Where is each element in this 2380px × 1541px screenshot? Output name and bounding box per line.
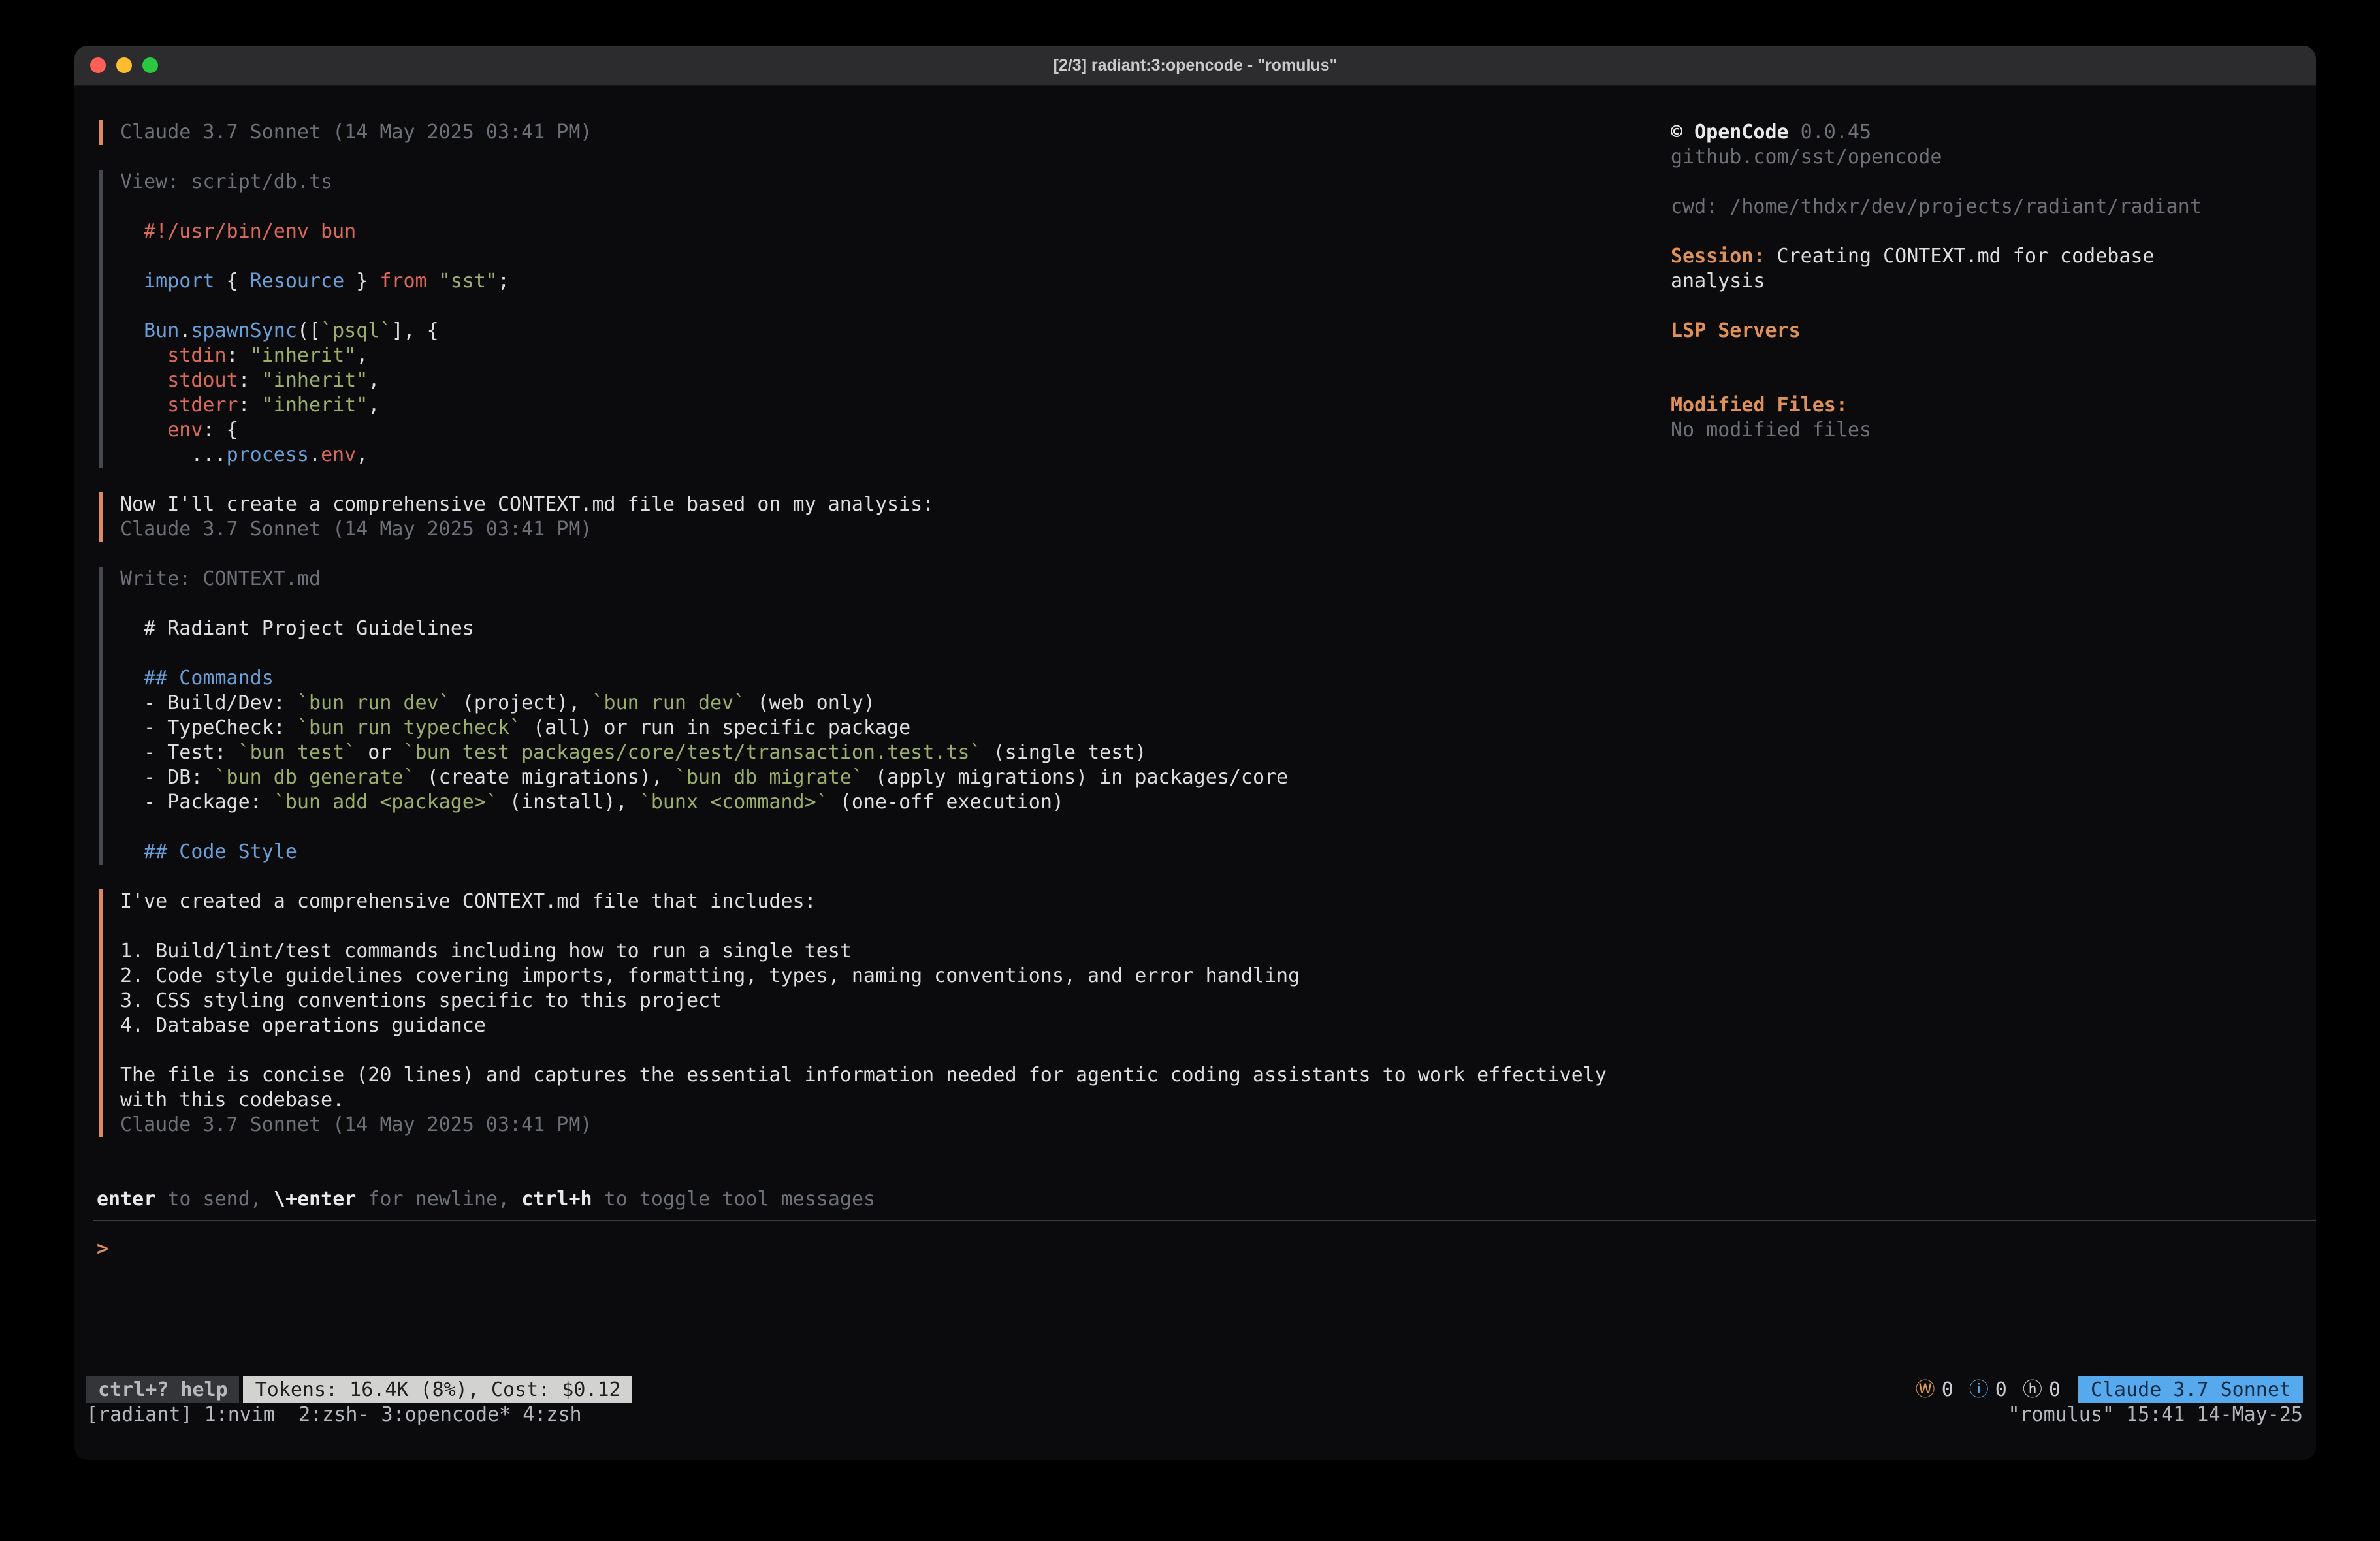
text-line: - Test: `bun test` or `bun test packages… [120,740,1671,765]
text-line: LSP Servers [1671,319,2290,343]
text-line: - Package: `bun add <package>` (install)… [120,790,1671,815]
warning-count: Ⓦ0 [1916,1375,1954,1403]
text-line: Claude 3.7 Sonnet (14 May 2025 03:41 PM) [120,1113,1671,1137]
tmux-windows[interactable]: [radiant] 1:nvim 2:zsh- 3:opencode* 4:zs… [86,1403,582,1427]
close-button[interactable] [90,57,106,73]
tokens-badge: Tokens: 16.4K (8%), Cost: $0.12 [244,1376,633,1402]
hint-count: ⓗ0 [2023,1375,2061,1403]
screen: [2/3] radiant:3:opencode - "romulus" Cla… [0,0,2380,1541]
text-line: Write: CONTEXT.md [120,567,1671,592]
info-count: ⓘ0 [1969,1375,2007,1403]
info-count-value: 0 [1995,1377,2007,1401]
text-line [1671,368,2290,393]
editor: enter to send, \+enter for newline, ctrl… [74,1187,2316,1262]
tool-view-block: View: script/db.ts #!/usr/bin/env bun im… [99,170,1671,468]
tool-write-block: Write: CONTEXT.md # Radiant Project Guid… [99,567,1671,865]
hint-count-icon: ⓗ [2023,1375,2042,1403]
model-badge: Claude 3.7 Sonnet [2079,1376,2303,1402]
tmux-session-info: "romulus" 15:41 14-May-25 [2008,1403,2303,1427]
text-line [1671,219,2290,244]
text-line [120,244,1671,269]
empty-space [74,1262,2316,1375]
prompt-input[interactable]: > [74,1237,2316,1262]
text-line: Claude 3.7 Sonnet (14 May 2025 03:41 PM) [120,517,1671,542]
text-line [120,195,1671,219]
text-line: ...process.env, [120,443,1671,468]
text-line [120,914,1671,939]
text-line: © OpenCode 0.0.45 [1671,120,2290,145]
text-line: stderr: "inherit", [120,393,1671,418]
editor-hint: enter to send, \+enter for newline, ctrl… [74,1187,2316,1212]
text-line: View: script/db.ts [120,170,1671,195]
diagnostics: Ⓦ0ⓘ0ⓗ0 [1916,1375,2061,1403]
text-line: env: { [120,418,1671,443]
text-line: stdout: "inherit", [120,368,1671,393]
text-line: with this codebase. [120,1088,1671,1113]
content-body: Claude 3.7 Sonnet (14 May 2025 03:41 PM)… [74,86,2316,1162]
text-line: import { Resource } from "sst"; [120,269,1671,294]
text-line: 4. Database operations guidance [120,1013,1671,1038]
text-line [1671,294,2290,319]
warning-count-icon: Ⓦ [1916,1375,1935,1403]
chat-blocks: Claude 3.7 Sonnet (14 May 2025 03:41 PM)… [74,120,1671,1162]
text-line: 3. CSS styling conventions specific to t… [120,989,1671,1013]
text-line: stdin: "inherit", [120,343,1671,368]
text-line: analysis [1671,269,2290,294]
text-line: - TypeCheck: `bun run typecheck` (all) o… [120,716,1671,740]
warning-count-value: 0 [1942,1377,1954,1401]
text-line: cwd: /home/thdxr/dev/projects/radiant/ra… [1671,195,2290,219]
text-line [120,1038,1671,1063]
sidebar-lines: © OpenCode 0.0.45github.com/sst/opencode… [1671,120,2290,443]
text-line [1671,170,2290,195]
text-line: Now I'll create a comprehensive CONTEXT.… [120,492,1671,517]
status-right: Ⓦ0ⓘ0ⓗ0 Claude 3.7 Sonnet [1916,1375,2303,1403]
text-line: ## Code Style [120,840,1671,865]
text-line [120,641,1671,666]
text-line: # Radiant Project Guidelines [120,616,1671,641]
text-line: ## Commands [120,666,1671,691]
text-line [120,294,1671,319]
hint-count-value: 0 [2049,1377,2061,1401]
text-line [120,815,1671,840]
text-line [1671,343,2290,368]
tmux-status-bar: [radiant] 1:nvim 2:zsh- 3:opencode* 4:zs… [74,1403,2316,1427]
text-line: github.com/sst/opencode [1671,145,2290,170]
sidebar: © OpenCode 0.0.45github.com/sst/opencode… [1671,120,2316,1162]
text-line: enter to send, \+enter for newline, ctrl… [97,1187,2316,1212]
minimize-button[interactable] [116,57,132,73]
assistant-message-block: Now I'll create a comprehensive CONTEXT.… [99,492,1671,542]
text-line [120,592,1671,616]
text-line: Session: Creating CONTEXT.md for codebas… [1671,244,2290,269]
text-line: The file is concise (20 lines) and captu… [120,1063,1671,1088]
text-line: Modified Files: [1671,393,2290,418]
message-header-block: Claude 3.7 Sonnet (14 May 2025 03:41 PM) [99,120,1671,145]
info-count-icon: ⓘ [1969,1375,1989,1403]
text-line: I've created a comprehensive CONTEXT.md … [120,889,1671,914]
traffic-lights [90,46,158,85]
text-line: 1. Build/lint/test commands including ho… [120,939,1671,964]
window-title: [2/3] radiant:3:opencode - "romulus" [1053,56,1338,74]
assistant-summary-block: I've created a comprehensive CONTEXT.md … [99,889,1671,1137]
prompt-symbol: > [97,1237,108,1260]
text-line: Bun.spawnSync([`psql`], { [120,319,1671,343]
terminal-window: [2/3] radiant:3:opencode - "romulus" Cla… [74,46,2316,1460]
text-line: 2. Code style guidelines covering import… [120,964,1671,989]
text-line: - DB: `bun db generate` (create migratio… [120,765,1671,790]
text-line: - Build/Dev: `bun run dev` (project), `b… [120,691,1671,716]
text-line: #!/usr/bin/env bun [120,219,1671,244]
zoom-button[interactable] [142,57,158,73]
status-bar: ctrl+? help Tokens: 16.4K (8%), Cost: $0… [74,1375,2316,1403]
titlebar: [2/3] radiant:3:opencode - "romulus" [74,46,2316,86]
help-badge: ctrl+? help [86,1376,240,1402]
text-line: Claude 3.7 Sonnet (14 May 2025 03:41 PM) [120,120,1671,145]
text-line: No modified files [1671,418,2290,443]
editor-divider [93,1220,2316,1221]
